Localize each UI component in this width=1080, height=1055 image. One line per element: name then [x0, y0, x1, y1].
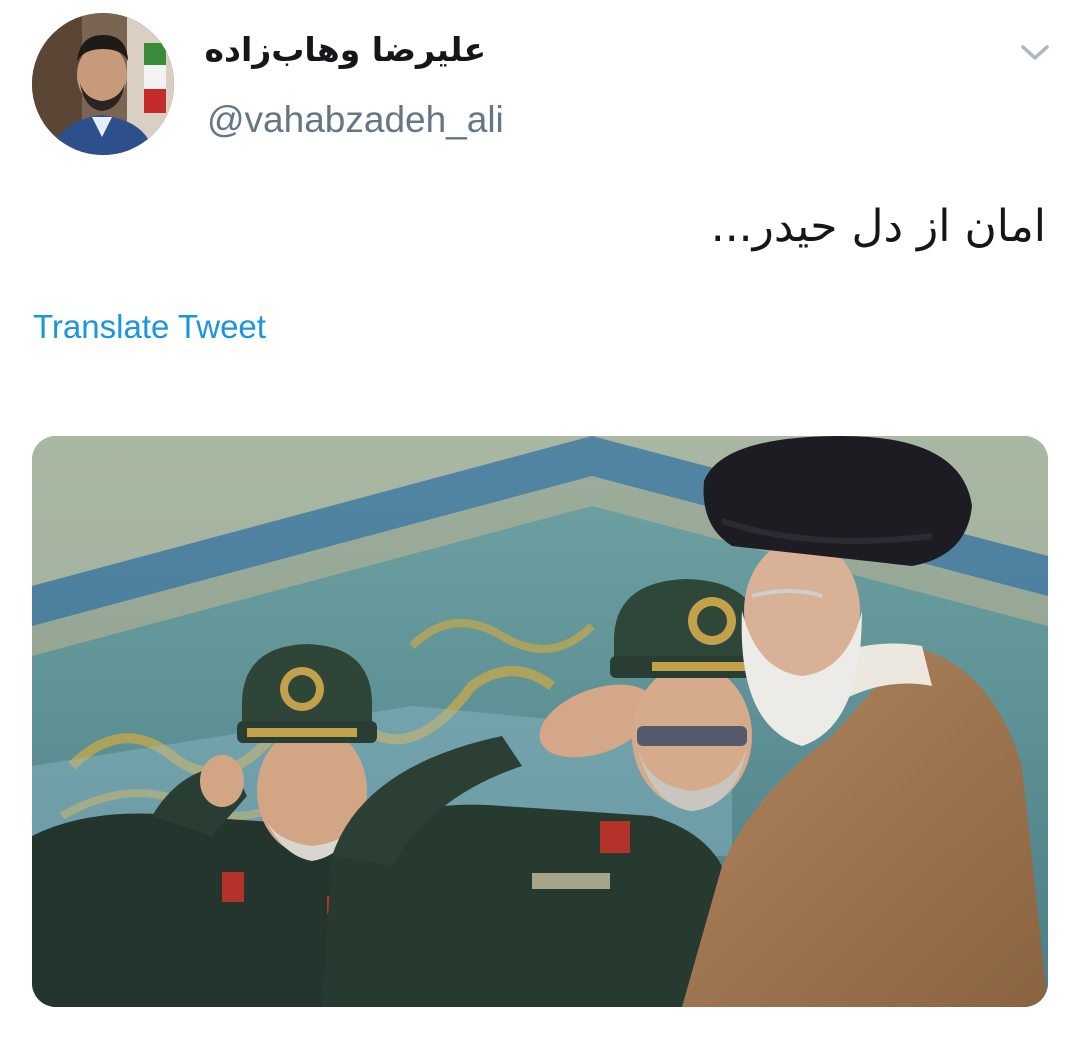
- profile-photo-icon: [32, 13, 174, 155]
- attached-photo-icon: [32, 436, 1048, 1007]
- translate-tweet-link[interactable]: Translate Tweet: [33, 305, 266, 349]
- author-avatar[interactable]: [32, 13, 174, 155]
- chevron-down-icon[interactable]: [1018, 38, 1052, 66]
- author-display-name[interactable]: علیرضا وهاب‌زاده: [205, 26, 486, 74]
- author-handle[interactable]: @vahabzadeh_ali: [207, 96, 504, 144]
- tweet-text: امان از دل حیدر...: [710, 201, 1046, 252]
- tweet-photo[interactable]: [32, 436, 1048, 1007]
